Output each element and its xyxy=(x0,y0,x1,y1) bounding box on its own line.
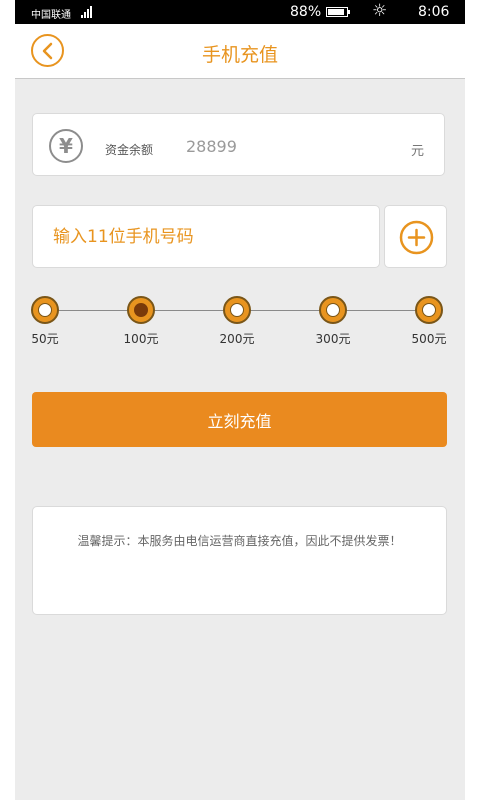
amount-radio-icon xyxy=(319,296,347,324)
plus-circle-icon xyxy=(399,220,434,255)
amount-radio-icon xyxy=(415,296,443,324)
add-contact-button[interactable] xyxy=(384,205,447,268)
status-bar: 中国联通 88% ☼ 8:06 xyxy=(15,0,465,24)
tip-box: 温馨提示：本服务由电信运营商直接充值，因此不提供发票！ xyxy=(32,506,447,615)
balance-value: 28899 xyxy=(186,137,237,156)
signal-icon xyxy=(81,6,93,18)
balance-unit: 元 xyxy=(411,144,425,159)
amount-option-300[interactable]: 300元 xyxy=(303,296,363,347)
phone-number-input[interactable] xyxy=(32,205,380,268)
amount-option-500[interactable]: 500元 xyxy=(399,296,459,347)
amount-label: 100元 xyxy=(123,332,159,346)
balance-card: ¥ 资金余额 28899 元 xyxy=(32,113,445,176)
amount-radio-icon xyxy=(223,296,251,324)
amount-label: 50元 xyxy=(31,332,59,346)
page-title: 手机充值 xyxy=(201,44,278,66)
amount-option-50[interactable]: 50元 xyxy=(15,296,75,347)
carrier-label: 中国联通 xyxy=(31,10,71,21)
amount-option-100[interactable]: 100元 xyxy=(111,296,171,347)
amount-radio-icon xyxy=(127,296,155,324)
nav-bar: 手机充值 xyxy=(15,24,465,79)
app-screen: 中国联通 88% ☼ 8:06 手机充值 ¥ 资金余额 28899 元 输入11… xyxy=(15,0,465,800)
yen-icon: ¥ xyxy=(49,129,83,163)
recharge-button[interactable]: 立刻充值 xyxy=(32,392,447,447)
battery-icon xyxy=(326,7,350,17)
amount-option-200[interactable]: 200元 xyxy=(207,296,267,347)
amount-label: 300元 xyxy=(315,332,351,346)
sun-icon: ☼ xyxy=(372,1,388,21)
amount-label: 500元 xyxy=(411,332,447,346)
balance-label: 资金余额 xyxy=(105,143,154,157)
amount-radio-icon xyxy=(31,296,59,324)
clock: 8:06 xyxy=(418,4,450,20)
battery-percent: 88% xyxy=(290,4,322,20)
tip-text: 温馨提示：本服务由电信运营商直接充值，因此不提供发票！ xyxy=(77,534,402,548)
amount-label: 200元 xyxy=(219,332,255,346)
